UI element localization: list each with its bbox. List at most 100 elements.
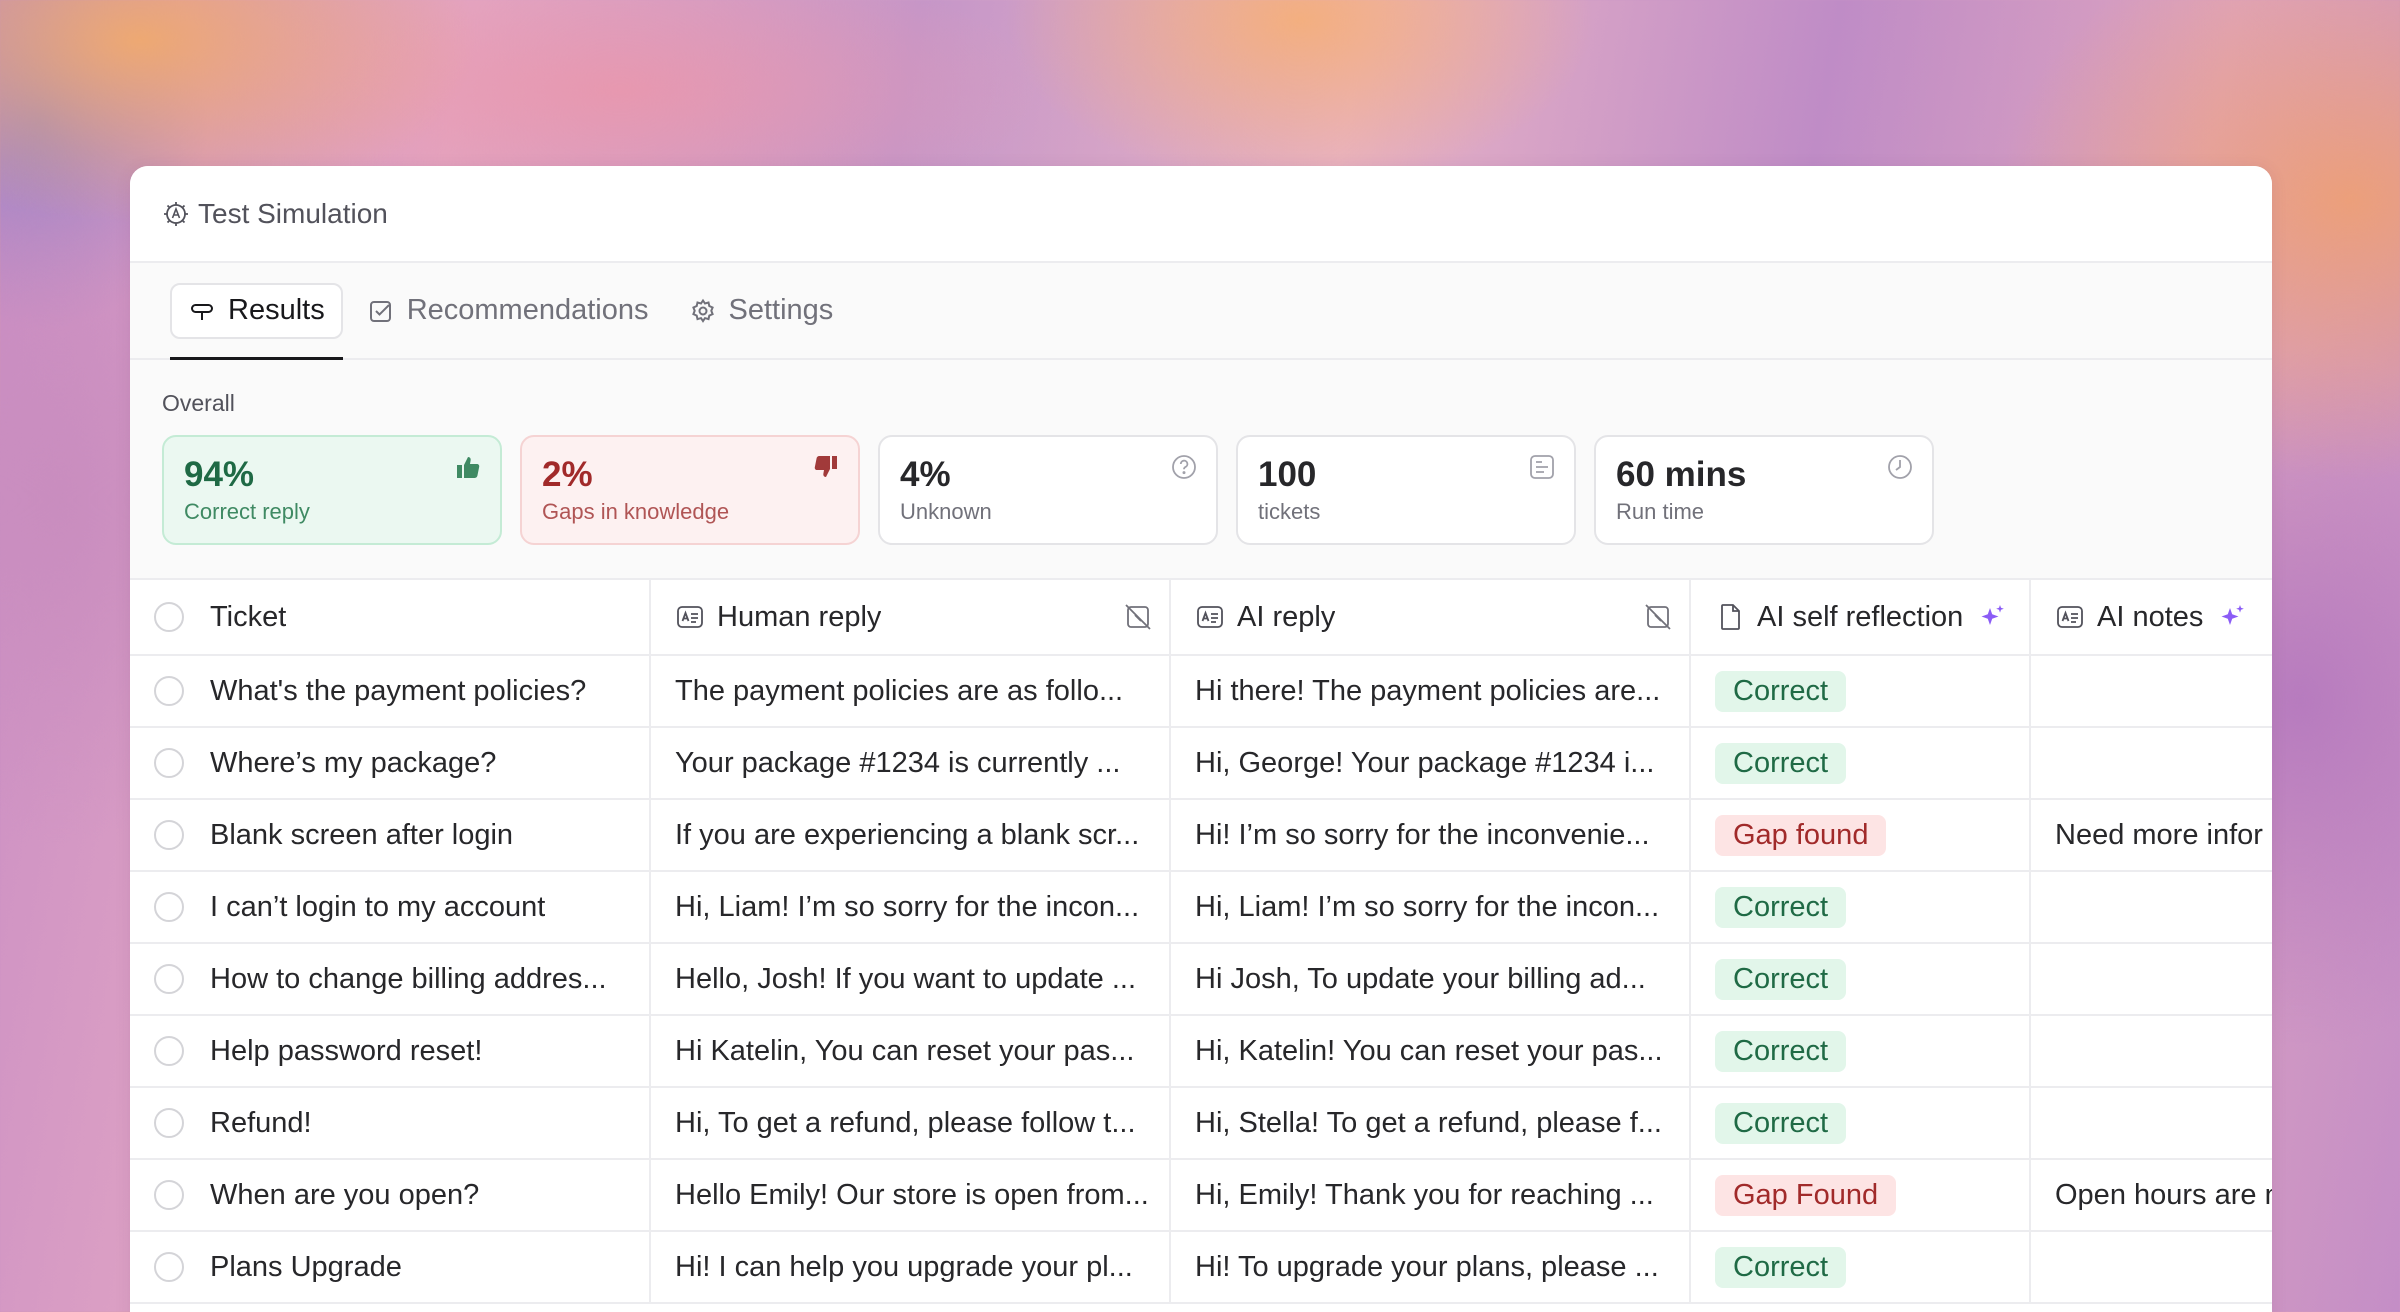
notes-cell[interactable] [2030, 1015, 2272, 1088]
ai-reply-cell[interactable]: Hi, Liam! I’m so sorry for the incon... [1170, 871, 1691, 944]
tab-recommendations-label: Recommendations [406, 294, 649, 326]
row-checkbox[interactable] [154, 892, 184, 922]
ticket-cell[interactable]: Where’s my package? [130, 727, 651, 800]
row-checkbox[interactable] [154, 748, 184, 778]
ai-reply-cell[interactable]: Hi, Katelin! You can reset your pas... [1170, 1015, 1691, 1088]
tab-recommendations[interactable]: Recommendations [351, 283, 665, 339]
stat-value: 2% [542, 455, 593, 494]
text-field-icon [675, 602, 705, 632]
hide-column-icon[interactable] [1123, 602, 1153, 632]
stat-value: 60 mins [1616, 455, 1747, 494]
sparkle-icon [1977, 602, 2007, 632]
row-checkbox[interactable] [154, 820, 184, 850]
stat-card-gaps: 2% Gaps in knowledge [520, 435, 860, 545]
ai-reply-cell[interactable]: Hi! I’m so sorry for the inconvenie... [1170, 799, 1691, 872]
ai-reply-cell[interactable]: Hi! To upgrade your plans, please ... [1170, 1231, 1691, 1304]
stat-value: 94% [184, 455, 255, 494]
header-label: AI notes [2097, 600, 2204, 633]
row-checkbox[interactable] [154, 1036, 184, 1066]
row-checkbox[interactable] [154, 1252, 184, 1282]
status-badge: Correct [1715, 886, 1847, 928]
ticket-title: How to change billing addres... [210, 962, 607, 995]
row-checkbox[interactable] [154, 1180, 184, 1210]
ai-reply-cell[interactable]: Hi Josh, To update your billing ad... [1170, 943, 1691, 1016]
table-row[interactable]: Where’s my package? Your package #1234 i… [130, 727, 2272, 800]
status-badge: Correct [1715, 958, 1847, 1000]
tab-settings[interactable]: Settings [673, 283, 850, 339]
question-icon [1170, 453, 1198, 481]
ticket-title: Blank screen after login [210, 818, 514, 851]
document-icon [1715, 602, 1745, 632]
ticket-cell[interactable]: Refund! [130, 1087, 651, 1160]
notes-cell[interactable]: Open hours are n [2030, 1159, 2272, 1232]
row-checkbox[interactable] [154, 1108, 184, 1138]
human-reply-cell[interactable]: Hello Emily! Our store is open from... [650, 1159, 1171, 1232]
header-human-reply[interactable]: Human reply [650, 578, 1171, 656]
human-reply-cell[interactable]: The payment policies are as follo... [650, 655, 1171, 728]
header-ai-reply[interactable]: AI reply [1170, 578, 1691, 656]
stat-label: tickets [1258, 499, 1321, 524]
human-reply-cell[interactable]: Hi! I can help you upgrade your pl... [650, 1231, 1171, 1304]
table-row[interactable]: How to change billing addres... Hello, J… [130, 943, 2272, 1016]
human-reply-cell[interactable]: If you are experiencing a blank scr... [650, 799, 1171, 872]
reflection-cell: Correct [1690, 943, 2031, 1016]
status-badge: Correct [1715, 1246, 1847, 1288]
results-table: Ticket Human reply AI reply AI self refl… [130, 578, 2272, 1304]
ai-reply-cell[interactable]: Hi, Emily! Thank you for reaching ... [1170, 1159, 1691, 1232]
human-reply-cell[interactable]: Your package #1234 is currently ... [650, 727, 1171, 800]
reflection-cell: Correct [1690, 1015, 2031, 1088]
human-reply-cell[interactable]: Hello, Josh! If you want to update ... [650, 943, 1171, 1016]
ticket-cell[interactable]: What's the payment policies? [130, 655, 651, 728]
ticket-cell[interactable]: Blank screen after login [130, 799, 651, 872]
notes-cell[interactable] [2030, 1231, 2272, 1304]
ticket-title: Where’s my package? [210, 746, 497, 779]
table-row[interactable]: Refund! Hi, To get a refund, please foll… [130, 1087, 2272, 1160]
status-badge: Correct [1715, 1102, 1847, 1144]
ai-reply-cell[interactable]: Hi, George! Your package #1234 i... [1170, 727, 1691, 800]
notes-cell[interactable] [2030, 943, 2272, 1016]
ticket-cell[interactable]: When are you open? [130, 1159, 651, 1232]
header-ai-notes[interactable]: AI notes [2030, 578, 2272, 656]
ticket-title: When are you open? [210, 1178, 480, 1211]
notes-cell[interactable] [2030, 871, 2272, 944]
notes-cell[interactable] [2030, 655, 2272, 728]
ai-chip-icon [162, 200, 190, 228]
reflection-cell: Correct [1690, 1231, 2031, 1304]
table-row[interactable]: Help password reset! Hi Katelin, You can… [130, 1015, 2272, 1088]
notes-cell[interactable]: Need more infor [2030, 799, 2272, 872]
row-checkbox[interactable] [154, 676, 184, 706]
select-all-checkbox[interactable] [154, 602, 184, 632]
human-reply-cell[interactable]: Hi Katelin, You can reset your pas... [650, 1015, 1171, 1088]
ticket-cell[interactable]: How to change billing addres... [130, 943, 651, 1016]
ticket-cell[interactable]: Help password reset! [130, 1015, 651, 1088]
overall-section: Overall 94% Correct reply 2% Gaps in kno… [130, 360, 2272, 578]
notes-cell[interactable] [2030, 1087, 2272, 1160]
table-row[interactable]: Blank screen after login If you are expe… [130, 799, 2272, 872]
human-reply-cell[interactable]: Hi, Liam! I’m so sorry for the incon... [650, 871, 1171, 944]
table-row[interactable]: I can’t login to my account Hi, Liam! I’… [130, 871, 2272, 944]
ai-reply-cell[interactable]: Hi there! The payment policies are... [1170, 655, 1691, 728]
tab-results[interactable]: Results [170, 282, 343, 360]
table-row[interactable]: When are you open? Hello Emily! Our stor… [130, 1159, 2272, 1232]
stat-card-tickets: 100 tickets [1236, 435, 1576, 545]
human-reply-cell[interactable]: Hi, To get a refund, please follow t... [650, 1087, 1171, 1160]
stat-value: 4% [900, 455, 951, 494]
status-badge: Correct [1715, 1030, 1847, 1072]
hide-column-icon[interactable] [1643, 602, 1673, 632]
thumbs-down-icon [812, 453, 840, 481]
ticket-cell[interactable]: I can’t login to my account [130, 871, 651, 944]
ticket-cell[interactable]: Plans Upgrade [130, 1231, 651, 1304]
status-badge: Correct [1715, 742, 1847, 784]
clock-icon [1886, 453, 1914, 481]
reflection-cell: Correct [1690, 655, 2031, 728]
table-row[interactable]: Plans Upgrade Hi! I can help you upgrade… [130, 1231, 2272, 1304]
ai-reply-cell[interactable]: Hi, Stella! To get a refund, please f... [1170, 1087, 1691, 1160]
header-ai-self-reflection[interactable]: AI self reflection [1690, 578, 2031, 656]
reflection-cell: Correct [1690, 727, 2031, 800]
status-badge: Gap found [1715, 814, 1887, 856]
row-checkbox[interactable] [154, 964, 184, 994]
page-title: Test Simulation [198, 197, 388, 229]
notes-cell[interactable] [2030, 727, 2272, 800]
header-ticket[interactable]: Ticket [130, 578, 651, 656]
table-row[interactable]: What's the payment policies? The payment… [130, 655, 2272, 728]
